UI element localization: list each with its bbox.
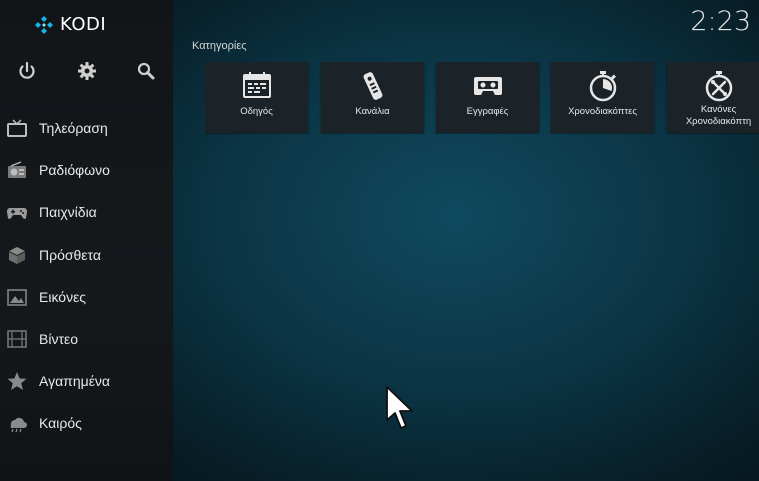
clock: 2:23 [690,6,751,37]
sidebar-item-videos[interactable]: Βίντεο [0,318,173,360]
main-menu: Τηλεόραση Ραδιόφωνο Παιχνίδια Πρόσθετα Ε… [0,107,173,445]
sidebar-item-label: Τηλεόραση [39,120,108,137]
film-icon [6,329,28,349]
sidebar-item-label: Βίντεο [39,331,79,348]
mouse-cursor-icon [386,386,413,429]
sidebar-item-label: Καιρός [39,415,82,432]
sidebar-item-tv[interactable]: Τηλεόραση [0,107,173,149]
sidebar-item-label: Αγαπημένα [39,373,111,390]
sidebar-item-label: Πρόσθετα [39,246,101,263]
sidebar-item-addons[interactable]: Πρόσθετα [0,234,173,276]
tile-guide[interactable]: Οδηγός [205,62,308,133]
sidebar-item-radio[interactable]: Ραδιόφωνο [0,149,173,191]
tile-label: Χρονοδιακόπτες [568,106,637,117]
category-tiles: Οδηγός Κανάλια Εγγραφές Χρονοδιακόπτες Κ… [205,62,759,134]
pictures-icon [6,287,28,307]
power-icon[interactable] [16,60,38,82]
tv-icon [6,118,28,138]
gamepad-icon [6,202,28,222]
sidebar-item-pictures[interactable]: Εικόνες [0,276,173,318]
sidebar-item-label: Εικόνες [39,288,87,305]
tile-timers[interactable]: Χρονοδιακόπτες [551,62,654,133]
sidebar-item-games[interactable]: Παιχνίδια [0,191,173,233]
sidebar-item-favourites[interactable]: Αγαπημένα [0,360,173,402]
remote-icon [321,70,424,102]
kodi-logo-icon [35,15,53,34]
tile-label: Εγγραφές [466,106,509,117]
sidebar: KODI Τηλεόραση Ραδιόφωνο Παιχνίδια Πρόσθ… [0,0,173,481]
app-name: KODI [60,14,107,35]
sidebar-item-weather[interactable]: Καιρός [0,402,173,444]
tile-label: Κανόνες Χρονοδιακόπτη [685,104,752,127]
calendar-guide-icon [205,70,308,102]
section-title: Κατηγορίες [192,40,247,52]
gear-icon[interactable] [76,60,98,82]
star-icon [6,371,28,391]
top-icon-bar [0,60,173,84]
addon-box-icon [6,245,28,265]
tile-timer-rules[interactable]: Κανόνες Χρονοδιακόπτη [667,62,759,133]
kodi-logo[interactable]: KODI [34,14,106,35]
sidebar-item-label: Παιχνίδια [39,204,97,221]
search-icon[interactable] [135,60,157,82]
timer-rules-icon [667,70,759,102]
cassette-icon [436,70,539,102]
tile-label: Κανάλια [355,106,390,117]
stopwatch-icon [551,70,654,102]
tile-label: Οδηγός [240,106,273,117]
sidebar-item-label: Ραδιόφωνο [39,162,110,179]
tile-channels[interactable]: Κανάλια [321,62,424,133]
tile-recordings[interactable]: Εγγραφές [436,62,539,133]
weather-icon [6,413,28,433]
radio-icon [6,160,28,180]
